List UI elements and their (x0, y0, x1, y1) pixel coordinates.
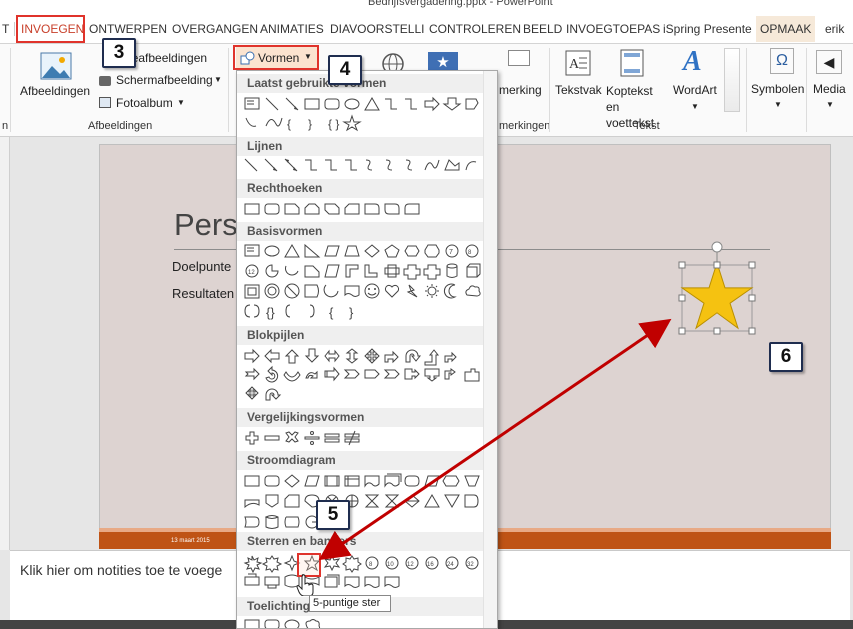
group-label-tekst: Tekst (634, 120, 660, 132)
speaker-icon: ◀ (816, 50, 842, 74)
svg-text:24: 24 (447, 562, 454, 568)
title-bar: Bedrijfsvergadering.pptx - PowerPoint (0, 0, 853, 14)
media-button[interactable]: Media (813, 82, 846, 96)
callout-step-4: 4 (328, 55, 362, 85)
tekstvak-button[interactable]: Tekstvak (555, 83, 602, 97)
star-shape-selection[interactable] (678, 240, 758, 338)
callout-step-5: 5 (316, 500, 350, 530)
svg-text:32: 32 (467, 562, 474, 568)
svg-text:}: } (308, 117, 312, 131)
shape-row-stars[interactable]: 8 10 12 16 24 32 (242, 554, 486, 589)
tab-overgangen[interactable]: OVERGANGEN (172, 22, 258, 36)
afbeeldingen-label: Afbeeldingen (20, 84, 91, 98)
shape-row-flowchart[interactable] (242, 473, 486, 529)
wordart-button[interactable]: WordArt (673, 83, 717, 97)
photo-album-icon (99, 97, 111, 108)
shape-tooltip: 5-puntige ster (309, 595, 391, 612)
shape-row-basic[interactable]: 7 8 12 (242, 243, 486, 299)
hand-cursor-icon (296, 574, 314, 596)
svg-text:7: 7 (449, 249, 453, 256)
svg-text:12: 12 (248, 270, 255, 276)
shapes-gallery: Laatst gebruikte vormen { } { } Lijnen R… (236, 70, 498, 629)
tab-diavoorstelling[interactable]: DIAVOORSTELLI (330, 22, 424, 36)
dropdown-arrow-icon: ▼ (214, 75, 222, 84)
svg-text:{: { (287, 117, 291, 131)
dropdown-arrow-icon: ▼ (691, 102, 699, 111)
notes-placeholder[interactable]: Klik hier om notities toe te voege (20, 562, 222, 578)
dropdown-arrow-icon: ▼ (774, 100, 782, 109)
vormen-button-highlight (233, 45, 319, 70)
tab-file[interactable]: T (2, 22, 9, 36)
wordart-icon: A (683, 46, 702, 77)
category-lines: Lijnen (237, 137, 483, 156)
svg-text:8: 8 (468, 250, 472, 256)
tab-separator (14, 22, 15, 36)
camera-icon (99, 76, 111, 86)
left-panel-edge (0, 137, 10, 550)
svg-text:16: 16 (427, 562, 434, 568)
opmerking-button[interactable]: merking (499, 83, 542, 97)
invoegen-tab-highlight (16, 15, 85, 43)
category-equation: Vergelijkingsvormen (237, 408, 483, 427)
symbolen-button[interactable]: Symbolen (751, 82, 804, 96)
header-footer-icon (620, 49, 644, 77)
shape-row-recent[interactable]: { } { } (242, 96, 486, 132)
group-separator (746, 48, 747, 132)
callout-step-3: 3 (102, 38, 136, 68)
shape-row-block-arrows[interactable] (242, 348, 486, 401)
category-stars-banners: Sterren en banners (237, 532, 483, 551)
svg-text:{: { (329, 305, 334, 320)
group-separator (806, 48, 807, 132)
category-rectangles: Rechthoeken (237, 179, 483, 198)
tab-beeld[interactable]: BEELD (523, 22, 562, 36)
footer-date: 13 maart 2015 (171, 538, 210, 544)
group-label-opmerkingen: merkingen (499, 120, 551, 132)
shape-row-lines[interactable] (242, 157, 486, 175)
slide-bullet[interactable]: Doelpunte (172, 259, 231, 274)
svg-text:A: A (569, 57, 580, 72)
fotoalbum-button[interactable]: Fotoalbum (116, 96, 173, 110)
comment-icon (508, 50, 530, 66)
picture-icon (40, 52, 72, 80)
svg-text:}: } (349, 305, 354, 320)
shape-row-brackets[interactable]: {} { } (242, 303, 486, 321)
tab-invoegtoepassingen[interactable]: INVOEGTOEPAS (566, 22, 660, 36)
tab-controleren[interactable]: CONTROLEREN (429, 22, 521, 36)
afbeeldingen-button[interactable]: Afbeeldingen (18, 48, 94, 100)
dropdown-arrow-icon: ▼ (826, 100, 834, 109)
group-separator (549, 48, 550, 132)
dropdown-arrow-icon: ▼ (177, 98, 185, 107)
svg-text:{}: {} (266, 305, 275, 320)
online-afbeeldingen-button[interactable]: neafbeeldingen (125, 51, 207, 65)
shape-row-rectangles[interactable] (242, 201, 486, 219)
textbox-icon: A (565, 50, 591, 76)
user-name[interactable]: erik (825, 22, 844, 36)
schermafbeelding-button[interactable]: Schermafbeelding (116, 73, 213, 87)
tab-ispring[interactable]: iSpring Presente (663, 22, 752, 36)
svg-text:12: 12 (407, 562, 414, 568)
tab-opmaak[interactable]: OPMAAK (756, 16, 816, 42)
category-flowchart: Stroomdiagram (237, 451, 483, 470)
shape-row-equation[interactable] (242, 430, 486, 448)
callout-step-6: 6 (769, 342, 803, 372)
tab-animaties[interactable]: ANIMATIES (260, 22, 324, 36)
category-block-arrows: Blokpijlen (237, 326, 483, 345)
tab-ontwerpen[interactable]: ONTWERPEN (89, 22, 167, 36)
svg-text:{ }: { } (328, 117, 339, 131)
group-separator (228, 48, 229, 132)
category-basic-shapes: Basisvormen (237, 222, 483, 241)
window-title: Bedrijfsvergadering.pptx - PowerPoint (368, 0, 553, 8)
omega-icon: Ω (770, 48, 794, 74)
group-label-left: n (2, 120, 9, 132)
group-label-afbeeldingen: Afbeeldingen (88, 120, 153, 132)
slide-bullet[interactable]: Resultaten (172, 286, 234, 301)
svg-text:8: 8 (369, 562, 373, 568)
shape-row-callouts[interactable] (242, 619, 486, 628)
svg-text:10: 10 (387, 562, 394, 568)
group-separator (10, 48, 11, 132)
small-icon-column (724, 48, 740, 112)
